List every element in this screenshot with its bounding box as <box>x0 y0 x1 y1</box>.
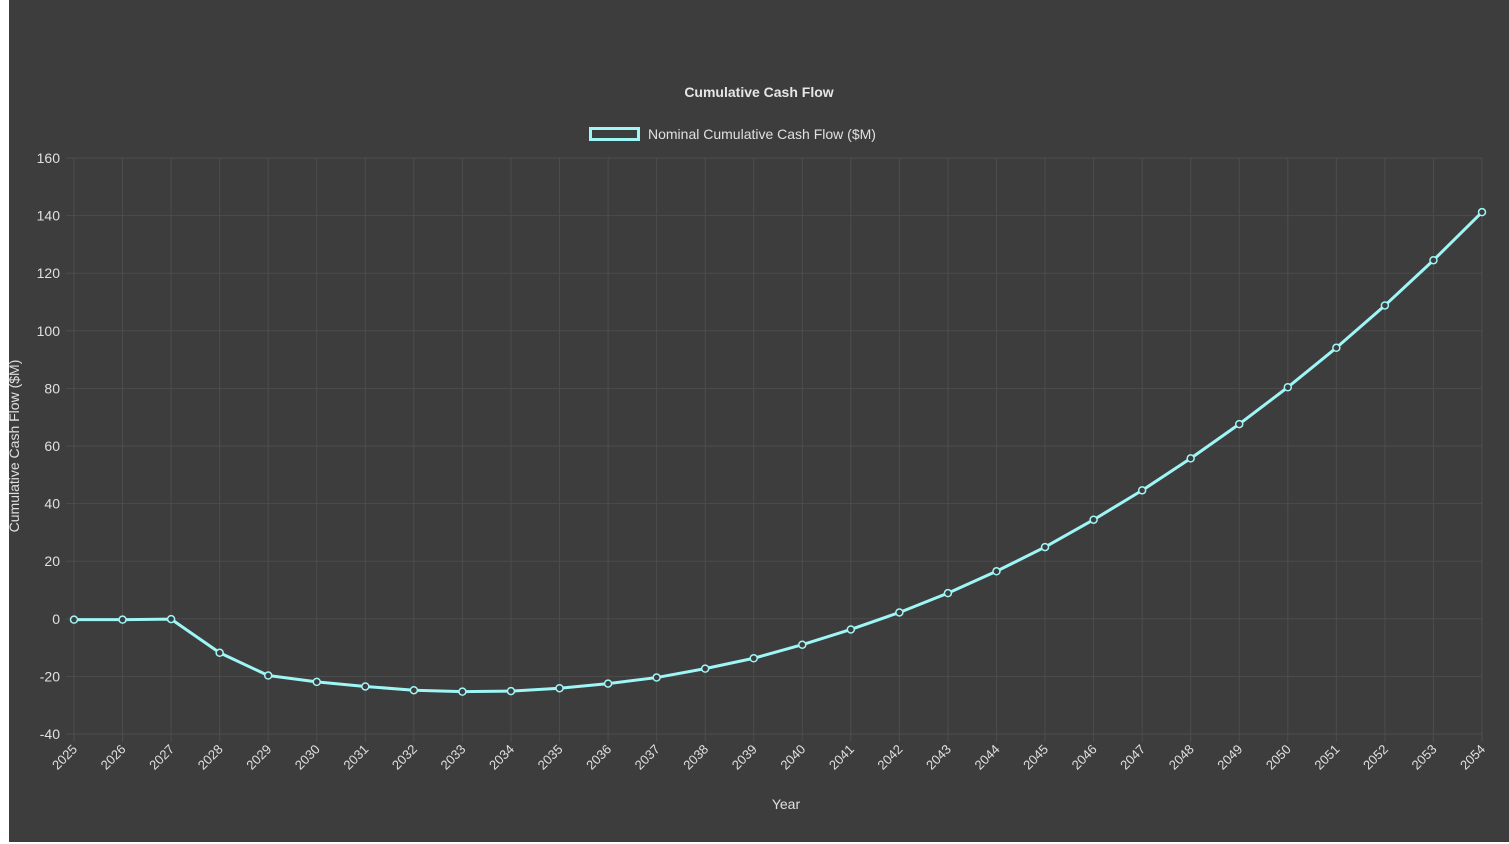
y-tick-label: 140 <box>37 208 61 224</box>
x-tick-label: 2043 <box>923 742 954 773</box>
data-point <box>749 654 758 663</box>
x-tick-label: 2038 <box>680 742 711 773</box>
x-tick-label: 2027 <box>146 742 177 773</box>
x-tick-label: 2037 <box>632 742 663 773</box>
data-point <box>555 683 564 693</box>
x-tick-label: 2047 <box>1117 742 1148 773</box>
data-point <box>69 615 79 624</box>
y-tick-label: -20 <box>40 668 60 684</box>
data-point <box>895 608 904 617</box>
y-tick-label: 160 <box>37 150 61 166</box>
y-tick-label: 80 <box>44 380 60 396</box>
data-point <box>361 682 370 691</box>
x-tick-label: 2033 <box>437 742 468 773</box>
x-tick-label: 2051 <box>1311 742 1342 773</box>
x-tick-label: 2036 <box>583 742 614 773</box>
data-point <box>1186 454 1195 463</box>
x-tick-label: 2040 <box>777 742 808 773</box>
data-point <box>1477 207 1487 217</box>
data-point <box>798 640 807 649</box>
y-tick-label: 100 <box>37 323 61 339</box>
data-point <box>992 567 1001 576</box>
data-point <box>118 615 127 624</box>
x-tick-label: 2034 <box>486 742 517 773</box>
data-point <box>603 679 613 688</box>
x-tick-label: 2053 <box>1409 742 1440 773</box>
series-line <box>74 211 1484 694</box>
data-point <box>215 648 224 658</box>
y-tick-label: 0 <box>52 611 60 627</box>
x-tick-label: 2041 <box>826 742 857 773</box>
data-point <box>1332 343 1341 353</box>
data-point <box>263 671 273 680</box>
data-point <box>409 685 419 695</box>
x-tick-label: 2044 <box>972 742 1003 773</box>
data-point <box>1429 255 1438 265</box>
line-chart: -40-200204060801001201401602025 2026 2027 2… <box>6 150 1488 812</box>
x-tick-label: 2054 <box>1457 742 1488 773</box>
data-point <box>700 664 710 673</box>
x-tick-label: 2046 <box>1069 742 1100 773</box>
x-tick-label: 2045 <box>1020 742 1051 773</box>
y-tick-label: -40 <box>40 726 60 742</box>
data-point <box>1283 382 1293 392</box>
y-tick-label: 20 <box>44 553 60 569</box>
x-tick-label: 2026 <box>98 742 129 773</box>
data-point <box>846 625 856 634</box>
data-point <box>166 614 176 624</box>
x-tick-label: 2048 <box>1166 742 1197 773</box>
x-tick-label: 2049 <box>1214 742 1245 773</box>
x-tick-label: 2035 <box>535 742 566 773</box>
data-point <box>312 677 322 687</box>
y-tick-label: 120 <box>37 265 61 281</box>
data-point <box>1040 542 1050 552</box>
data-point <box>458 687 467 696</box>
data-point <box>1089 515 1098 524</box>
y-tick-label: 60 <box>44 438 60 454</box>
data-point <box>943 588 953 598</box>
data-point <box>1137 486 1147 495</box>
data-point <box>1234 419 1244 429</box>
x-tick-label: 2052 <box>1360 742 1391 773</box>
x-tick-label: 2025 <box>49 742 80 773</box>
x-tick-label: 2042 <box>874 742 905 773</box>
x-tick-label: 2039 <box>729 742 760 773</box>
data-point <box>1380 301 1390 310</box>
x-tick-label: 2028 <box>195 742 226 773</box>
x-axis-title: Year <box>772 796 801 812</box>
x-tick-label: 2050 <box>1263 742 1294 773</box>
data-point <box>506 686 516 696</box>
y-tick-label: 40 <box>44 496 60 512</box>
x-tick-label: 2029 <box>243 742 274 773</box>
x-tick-label: 2032 <box>389 742 420 773</box>
data-point <box>652 673 661 682</box>
x-tick-label: 2031 <box>340 742 371 773</box>
x-tick-label: 2030 <box>292 742 323 773</box>
y-axis-title: Cumulative Cash Flow ($M) <box>6 360 22 533</box>
